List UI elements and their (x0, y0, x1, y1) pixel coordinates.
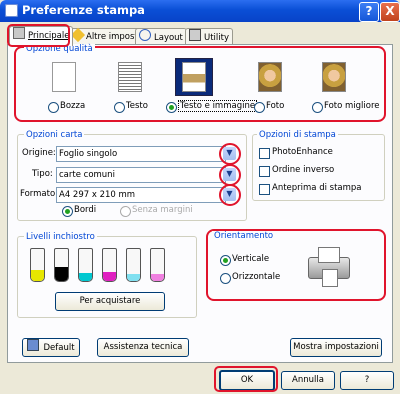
tab-layout[interactable]: Layout (135, 28, 187, 45)
source-label: Origine: (22, 148, 56, 158)
default-button[interactable]: Default (22, 338, 80, 357)
ink-cartridge-3 (102, 248, 117, 282)
borders-label: Bordi (74, 205, 97, 215)
window-title: Preferenze stampa (22, 3, 145, 17)
source-select[interactable]: Foglio singolo (56, 146, 226, 162)
ink-cartridge-5 (150, 248, 165, 282)
help-button[interactable]: ? (340, 371, 394, 390)
draft-image[interactable] (52, 62, 76, 92)
radio-testo-e-immagine-button[interactable] (166, 102, 177, 113)
radio-portrait[interactable] (220, 255, 231, 266)
ink-title: Livelli inchiostro (24, 232, 97, 242)
format-label: Formato: (20, 189, 59, 199)
show-settings-button[interactable]: Mostra impostazioni (290, 338, 382, 357)
ink-cartridge-4 (126, 248, 141, 282)
orientation-title: Orientamento (212, 231, 276, 241)
ink-level-fill (79, 273, 92, 281)
ink-level-fill (31, 269, 44, 281)
checkbox-preview[interactable] (259, 184, 270, 195)
text-and-image-picture (182, 62, 206, 92)
radio-testo-button[interactable] (114, 102, 125, 113)
pencil-icon (70, 27, 86, 43)
close-button[interactable]: X (380, 2, 400, 22)
ink-level-fill (103, 272, 116, 281)
highlight-type-dropdown (219, 164, 241, 186)
landscape-label: Orizzontale (232, 272, 281, 282)
checkbox-photo-enhance[interactable] (259, 148, 270, 159)
buy-button[interactable]: Per acquistare (55, 292, 165, 311)
print-options-title: Opzioni di stampa (257, 130, 338, 140)
best-photo-image[interactable] (322, 62, 346, 92)
ink-cartridge-0 (30, 248, 45, 282)
radio-bozza-button[interactable] (48, 102, 59, 113)
ink-level-fill (151, 273, 164, 281)
portrait-label: Verticale (232, 254, 270, 264)
highlight-format-dropdown (219, 184, 241, 206)
help-title-button[interactable]: ? (359, 2, 379, 22)
format-select[interactable]: A4 297 x 210 mm (56, 187, 226, 203)
radio-landscape[interactable] (220, 273, 231, 284)
radio-borderless[interactable] (120, 206, 131, 217)
ink-levels (30, 248, 180, 284)
tools-icon (189, 29, 201, 41)
printer-app-icon (5, 4, 18, 17)
checkbox-reverse-order[interactable] (259, 166, 270, 177)
support-button[interactable]: Assistenza tecnica (97, 338, 189, 357)
title-bar: Preferenze stampa ? X (0, 0, 400, 22)
radio-foto-migliore-button[interactable] (312, 102, 323, 113)
reverse-order-label: Ordine inverso (272, 165, 335, 175)
text-image-selected[interactable] (175, 58, 213, 96)
tab-altre-impost[interactable]: Altre impost. (69, 27, 145, 45)
ink-cartridge-2 (78, 248, 93, 282)
photo-image[interactable] (258, 62, 282, 92)
printer-orientation-icon (300, 243, 356, 287)
highlight-tab (7, 24, 70, 47)
layout-icon (139, 29, 151, 41)
radio-borders[interactable] (62, 206, 73, 217)
type-select[interactable]: carte comuni (56, 167, 226, 183)
text-image[interactable] (118, 62, 142, 92)
ink-level-fill (55, 266, 68, 281)
cancel-button[interactable]: Annulla (281, 371, 335, 390)
highlight-source-dropdown (219, 143, 241, 165)
type-label: Tipo: (32, 169, 53, 179)
photo-enhance-label: PhotoEnhance (272, 147, 333, 157)
preview-label: Anteprima di stampa (272, 183, 362, 193)
printer-icon (27, 339, 40, 351)
paper-title: Opzioni carta (24, 130, 85, 140)
borderless-label: Senza margini (132, 205, 193, 215)
radio-foto-button[interactable] (254, 102, 265, 113)
ink-cartridge-1 (54, 248, 69, 282)
ink-level-fill (127, 273, 140, 281)
highlight-ok (214, 366, 278, 392)
tab-utility[interactable]: Utility (185, 28, 234, 45)
